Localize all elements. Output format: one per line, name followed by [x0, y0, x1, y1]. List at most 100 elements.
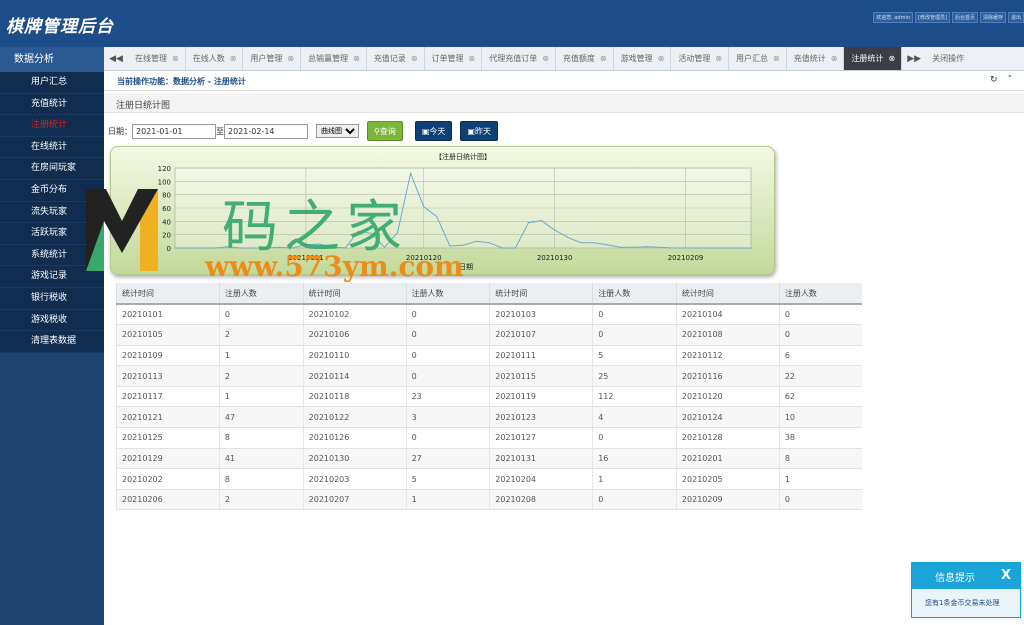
data-point — [711, 247, 713, 249]
table-header: 统计时间 — [489, 283, 593, 305]
sidebar-item[interactable]: 在线统计 — [0, 136, 104, 159]
tab-close-icon[interactable]: ⊗ — [542, 54, 549, 63]
notice-message[interactable]: 您有1条金币交易未处理 — [912, 589, 1020, 608]
table-cell: 1 — [405, 489, 490, 511]
table-header: 注册人数 — [218, 283, 304, 305]
x-tick-label: 20210209 — [668, 254, 704, 262]
data-point — [724, 247, 726, 249]
tab[interactable]: 总输赢管理 ⊗ — [301, 47, 367, 70]
sidebar-item[interactable]: 注册统计 — [0, 115, 104, 137]
sidebar-item[interactable]: 用户汇总 — [0, 72, 104, 94]
table-cell: 20210110 — [302, 345, 407, 367]
data-point — [410, 172, 412, 174]
tab-bar: ◀◀ 在线管理 ⊗ 在线人数 ⊗ 用户管理 ⊗ 总输赢管理 ⊗ 充值记录 ⊗ 订单管理 ⊗ 代理充值订单… — [104, 47, 1024, 71]
data-point — [514, 247, 516, 249]
data-point — [174, 247, 176, 249]
tab-close-icon[interactable]: ⊗ — [600, 54, 607, 63]
tab[interactable]: 用户管理 ⊗ — [243, 47, 302, 70]
tab[interactable]: 注册统计 ⊗ — [844, 47, 903, 70]
tab-close-icon[interactable]: ⊗ — [469, 54, 476, 63]
y-tick-label: 0 — [167, 245, 171, 253]
table-cell: 20210107 — [489, 324, 593, 346]
notice-header: 信息提示 X — [912, 563, 1020, 589]
table-cell: 2 — [218, 489, 304, 511]
change-admin-link[interactable]: [修改管理员] — [915, 12, 950, 23]
data-point — [475, 240, 477, 242]
tab-next-button[interactable]: ▶▶ — [902, 47, 926, 70]
app-logo: 棋牌管理后台 — [6, 17, 114, 37]
tab[interactable]: 活动管理 ⊗ — [671, 47, 730, 70]
tab[interactable]: 游戏管理 ⊗ — [614, 47, 672, 70]
tab-close-icon[interactable]: ⊗ — [411, 54, 418, 63]
today-button[interactable]: ▣ 今天 — [414, 121, 453, 141]
data-point — [593, 242, 595, 244]
yesterday-button[interactable]: ▣ 昨天 — [460, 121, 498, 141]
table-cell: 20210115 — [489, 365, 593, 387]
tab[interactable]: 用户汇总 ⊗ — [729, 47, 787, 70]
sidebar-item[interactable]: 游戏税收 — [0, 309, 104, 332]
table-row: 20210125 8 20210126 0 20210127 0 20210128 38 — [116, 427, 862, 449]
end-date-input[interactable] — [224, 123, 308, 139]
tab-close-icon[interactable]: ⊗ — [172, 54, 179, 63]
table-cell: 0 — [218, 304, 304, 326]
section-title: 注册日统计图 — [104, 93, 1024, 113]
table-cell: 20210205 — [675, 468, 780, 490]
table-cell: 112 — [592, 386, 677, 408]
y-tick-label: 40 — [162, 218, 171, 226]
table-cell: 20210204 — [489, 468, 593, 490]
tab[interactable]: 充值记录 ⊗ — [367, 47, 425, 70]
table-cell: 0 — [778, 324, 862, 346]
sidebar-title[interactable]: 数据分析 — [0, 47, 104, 72]
close-operations-button[interactable]: 关闭操作 — [926, 47, 964, 70]
table-header: 统计时间 — [675, 283, 780, 305]
data-point — [527, 222, 530, 224]
tab[interactable]: 充值统计 ⊗ — [787, 47, 845, 70]
table-cell: 2 — [218, 324, 304, 346]
refresh-icon[interactable]: ↻ — [990, 75, 998, 85]
tab-close-icon[interactable]: ⊗ — [831, 54, 838, 63]
tab-close-icon[interactable]: ⊗ — [773, 54, 780, 63]
table-cell: 0 — [778, 489, 862, 511]
sidebar-item[interactable]: 充值统计 — [0, 93, 104, 116]
tab[interactable]: 代理充值订单 ⊗ — [482, 47, 556, 70]
tab-close-icon[interactable]: ⊗ — [888, 54, 895, 63]
close-icon[interactable]: X — [1001, 568, 1011, 583]
table-cell: 20210209 — [675, 489, 780, 511]
table-cell: 0 — [405, 304, 490, 326]
table-cell: 20210202 — [116, 468, 220, 490]
table-cell: 8 — [218, 468, 304, 490]
table-cell: 8 — [778, 448, 862, 470]
tab[interactable]: 订单管理 ⊗ — [425, 47, 483, 70]
sidebar-item[interactable]: 清理表数据 — [0, 331, 104, 353]
tab[interactable]: 在线人数 ⊗ — [186, 47, 244, 70]
tab-close-icon[interactable]: ⊗ — [230, 54, 237, 63]
table-cell: 20210102 — [302, 304, 407, 326]
tab-close-icon[interactable]: ⊗ — [715, 54, 722, 63]
query-button[interactable]: ⚲ 查询 — [367, 121, 403, 141]
table-cell: 0 — [592, 324, 677, 346]
table-cell: 20210101 — [116, 304, 220, 326]
table-cell: 6 — [778, 345, 862, 367]
table-row: 20210206 2 20210207 1 20210208 0 20210209 0 — [116, 489, 862, 511]
table-cell: 20210108 — [675, 324, 780, 346]
sidebar-item[interactable]: 银行税收 — [0, 287, 104, 310]
logout-link[interactable]: 退出 — [1007, 12, 1024, 23]
sidebar-item[interactable]: 在房间玩家 — [0, 158, 104, 180]
table-cell: 20210126 — [302, 427, 407, 449]
home-link[interactable]: 后台首页 — [951, 12, 978, 23]
table-cell: 20210125 — [116, 427, 220, 449]
collapse-up-icon[interactable]: ˄ — [1008, 75, 1013, 85]
data-point — [423, 206, 425, 208]
table-cell: 1 — [218, 386, 304, 408]
tab-close-icon[interactable]: ⊗ — [287, 54, 294, 63]
chart-type-select[interactable]: 曲线图 — [316, 124, 359, 138]
tab[interactable]: 在线管理 ⊗ — [128, 47, 186, 70]
tab-prev-button[interactable]: ◀◀ — [104, 47, 128, 70]
clear-cache-link[interactable]: 清除缓存 — [979, 12, 1006, 23]
tab[interactable]: 充值额度 ⊗ — [556, 47, 614, 70]
tab-close-icon[interactable]: ⊗ — [658, 54, 665, 63]
start-date-input[interactable] — [132, 123, 216, 139]
table-cell: 20210124 — [675, 406, 780, 429]
breadcrumb-bar: 当前操作功能：数据分析 - 注册统计 ↻ ˄ — [104, 71, 1024, 91]
tab-close-icon[interactable]: ⊗ — [353, 54, 360, 63]
